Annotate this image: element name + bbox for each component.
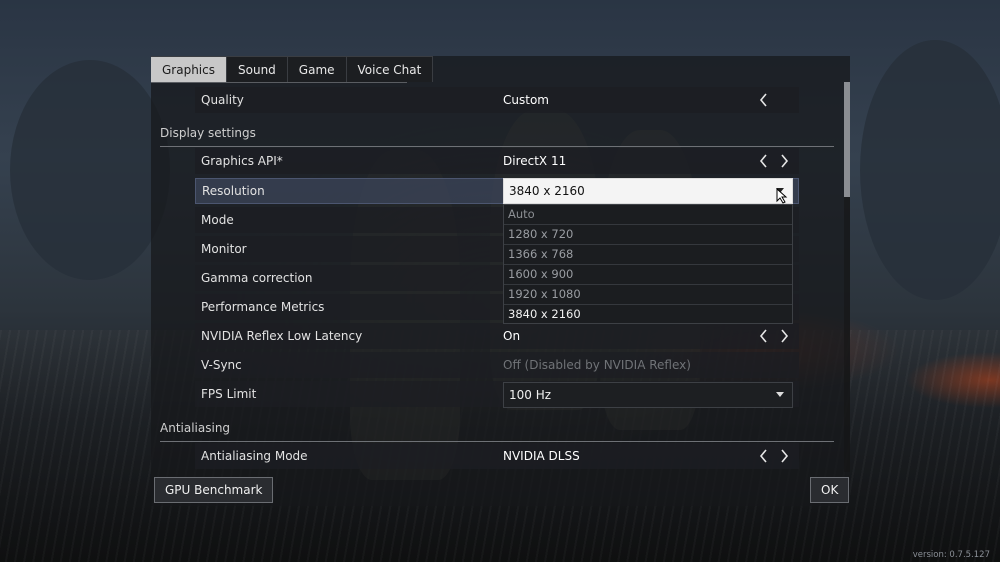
settings-list: Quality Custom Display settings Graphics… [151,82,844,472]
background-tree [10,60,170,280]
setting-row-graphics-api[interactable]: Graphics API* DirectX 11 [195,148,799,174]
setting-label: Monitor [201,242,247,256]
setting-label: NVIDIA Reflex Low Latency [201,329,363,343]
version-label: version: 0.7.5.127 [912,550,990,560]
setting-label: FPS Limit [201,387,257,401]
chevron-left-icon[interactable] [757,326,771,346]
dropdown-option[interactable]: 1280 x 720 [504,225,792,245]
value-arrows [757,323,791,349]
chevron-left-icon[interactable] [757,446,771,466]
mouse-cursor-icon [776,188,788,204]
chevron-left-icon[interactable] [757,151,771,171]
fps-limit-select[interactable]: 100 Hz [503,382,793,408]
setting-row-vsync[interactable]: V-Sync Off (Disabled by NVIDIA Reflex) [195,352,799,378]
section-divider [160,146,834,147]
setting-value-disabled: Off (Disabled by NVIDIA Reflex) [503,358,691,372]
setting-label: Resolution [202,184,265,198]
setting-value: NVIDIA DLSS [503,449,580,463]
chevron-right-icon[interactable] [777,326,791,346]
select-value: 3840 x 2160 [509,184,585,198]
caret-down-icon [776,392,784,397]
setting-label: Antialiasing Mode [201,449,308,463]
background-tree [860,40,1000,300]
value-arrows [757,443,791,469]
dialog-footer: GPU Benchmark OK [151,472,850,506]
chevron-right-icon[interactable] [777,151,791,171]
scrollbar-thumb[interactable] [844,82,850,197]
setting-row-antialiasing-mode[interactable]: Antialiasing Mode NVIDIA DLSS [195,443,799,469]
tab-graphics[interactable]: Graphics [151,56,227,82]
setting-value: Custom [503,93,549,107]
section-display-settings: Display settings [160,126,834,147]
dropdown-option[interactable]: 1600 x 900 [504,265,792,285]
tab-sound[interactable]: Sound [227,56,288,82]
value-arrows [757,87,791,113]
setting-label: V-Sync [201,358,242,372]
section-divider [160,441,834,442]
settings-dialog: Graphics Sound Game Voice Chat Quality C… [151,56,850,506]
setting-row-nvidia-reflex[interactable]: NVIDIA Reflex Low Latency On [195,323,799,349]
resolution-select[interactable]: 3840 x 2160 [503,178,793,204]
setting-label: Mode [201,213,234,227]
section-antialiasing: Antialiasing [160,421,834,442]
dropdown-option[interactable]: Auto [504,205,792,225]
chevron-left-icon[interactable] [757,90,771,110]
gpu-benchmark-button[interactable]: GPU Benchmark [154,477,274,503]
settings-tabs: Graphics Sound Game Voice Chat [151,56,434,82]
value-arrows [757,148,791,174]
setting-row-quality[interactable]: Quality Custom [195,87,799,113]
ok-button[interactable]: OK [810,477,850,503]
tab-game[interactable]: Game [287,56,347,82]
dropdown-option[interactable]: 1920 x 1080 [504,285,792,305]
resolution-dropdown: Auto 1280 x 720 1366 x 768 1600 x 900 19… [503,204,793,324]
setting-value: On [503,329,521,343]
setting-label: Graphics API* [201,154,283,168]
setting-label: Performance Metrics [201,300,325,314]
tab-voice-chat[interactable]: Voice Chat [346,56,434,82]
section-title: Antialiasing [160,421,231,435]
select-value: 100 Hz [509,388,552,402]
section-title: Display settings [160,126,256,140]
setting-label: Quality [201,93,244,107]
dropdown-option-selected[interactable]: 3840 x 2160 [504,305,792,325]
dropdown-option[interactable]: 1366 x 768 [504,245,792,265]
chevron-right-icon[interactable] [777,446,791,466]
setting-value: DirectX 11 [503,154,567,168]
setting-label: Gamma correction [201,271,313,285]
arrow-placeholder [777,90,791,110]
